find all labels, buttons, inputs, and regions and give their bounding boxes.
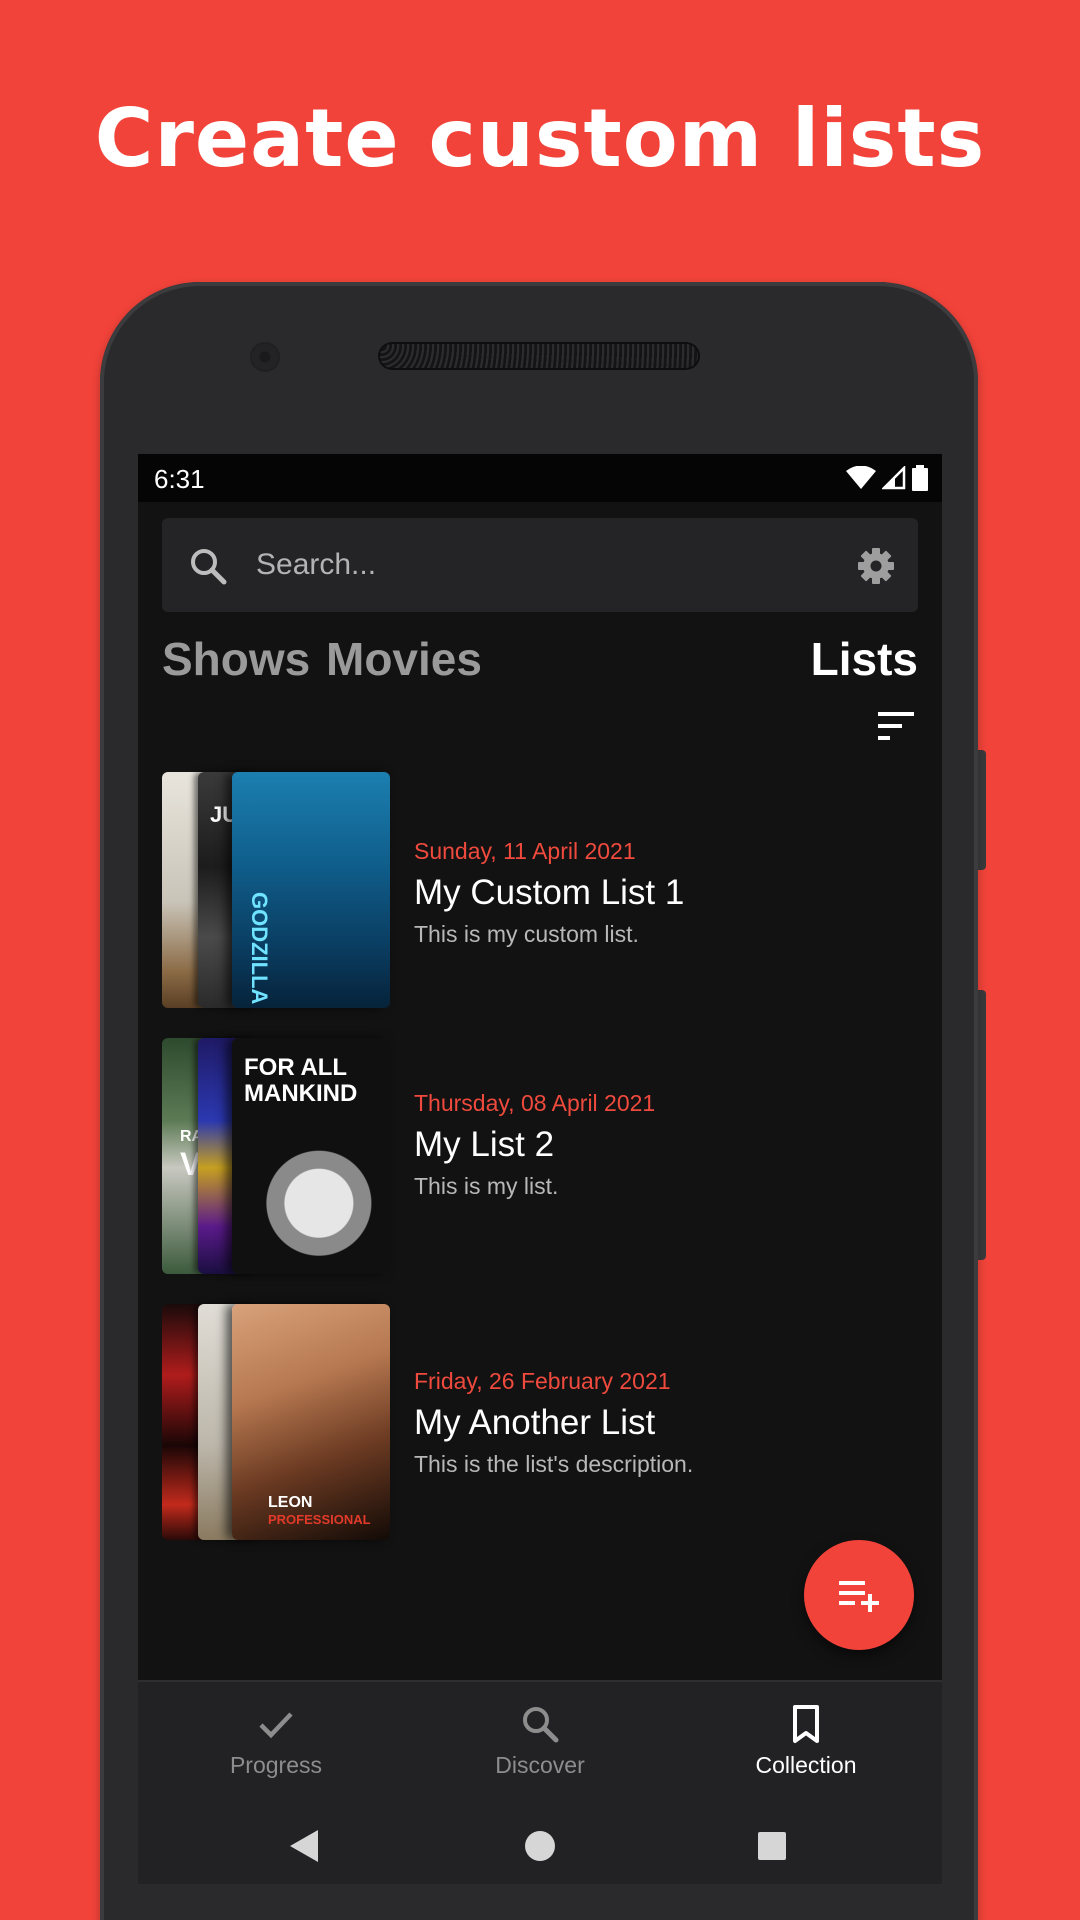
signal-icon (882, 466, 906, 490)
headline: Create custom lists (94, 92, 986, 185)
wifi-icon (846, 466, 876, 489)
list-date: Friday, 26 February 2021 (414, 1368, 671, 1394)
phone-speaker (378, 342, 700, 370)
playlist-add-icon (839, 1581, 879, 1612)
list-title: My Custom List 1 (414, 873, 685, 912)
add-list-button[interactable] (804, 1540, 914, 1650)
nav-label: Collection (755, 1752, 857, 1778)
bottom-navigation: Progress Discover Collection (138, 1680, 942, 1884)
poster-image: FOR ALL MANKIND (232, 1038, 390, 1274)
status-time: 6:31 (154, 464, 205, 494)
list-description: This is the list's description. (414, 1451, 694, 1477)
system-navigation (138, 1814, 942, 1884)
list-item[interactable]: RA V FOR ALL MANKIND Thursday, 08 April … (162, 1038, 918, 1274)
recents-icon[interactable] (756, 1828, 788, 1864)
list-title: My List 2 (414, 1125, 555, 1164)
search-icon (191, 549, 227, 585)
search-input[interactable]: Search... (256, 548, 376, 582)
nav-collection[interactable]: Collection (706, 1704, 906, 1779)
battery-icon (912, 465, 928, 491)
list-description: This is my list. (414, 1173, 559, 1199)
check-icon (259, 1712, 293, 1739)
app-screen: 6:31 Search... Shows Movies Lists GODZIL… (138, 454, 942, 1884)
nav-label: Progress (229, 1752, 323, 1778)
search-bar[interactable]: Search... (162, 518, 918, 612)
bookmark-icon (793, 1705, 819, 1743)
list-item[interactable]: LEON PROFESSIONAL Friday, 26 February 20… (162, 1304, 918, 1540)
list-title: My Another List (414, 1403, 656, 1442)
nav-label: Discover (495, 1752, 585, 1778)
tab-movies[interactable]: Movies (326, 632, 482, 686)
phone-volume-button (978, 990, 986, 1260)
back-icon[interactable] (288, 1828, 320, 1864)
status-bar: 6:31 (138, 454, 942, 502)
nav-discover[interactable]: Discover (440, 1704, 640, 1779)
list-posters: RA V FOR ALL MANKIND (162, 1038, 390, 1274)
list-item[interactable]: JUS GODZILLA Sunday, 11 April 2021 My Cu… (162, 772, 918, 1008)
list-description: This is my custom list. (414, 921, 639, 947)
list-posters: JUS GODZILLA (162, 772, 390, 1008)
nav-progress[interactable]: Progress (176, 1704, 376, 1779)
section-tabs: Shows Movies Lists (162, 632, 918, 692)
list-posters: LEON PROFESSIONAL (162, 1304, 390, 1540)
gear-icon[interactable] (856, 546, 896, 586)
phone-camera (250, 342, 280, 372)
search-icon (523, 1707, 559, 1743)
list-date: Thursday, 08 April 2021 (414, 1090, 656, 1116)
poster-image: LEON PROFESSIONAL (232, 1304, 390, 1540)
phone-power-button (978, 750, 986, 870)
poster-image: GODZILLA (232, 772, 390, 1008)
tab-shows[interactable]: Shows (162, 632, 310, 686)
list-date: Sunday, 11 April 2021 (414, 838, 636, 864)
tab-lists[interactable]: Lists (811, 632, 918, 686)
home-icon[interactable] (524, 1828, 556, 1864)
sort-icon[interactable] (876, 710, 916, 742)
